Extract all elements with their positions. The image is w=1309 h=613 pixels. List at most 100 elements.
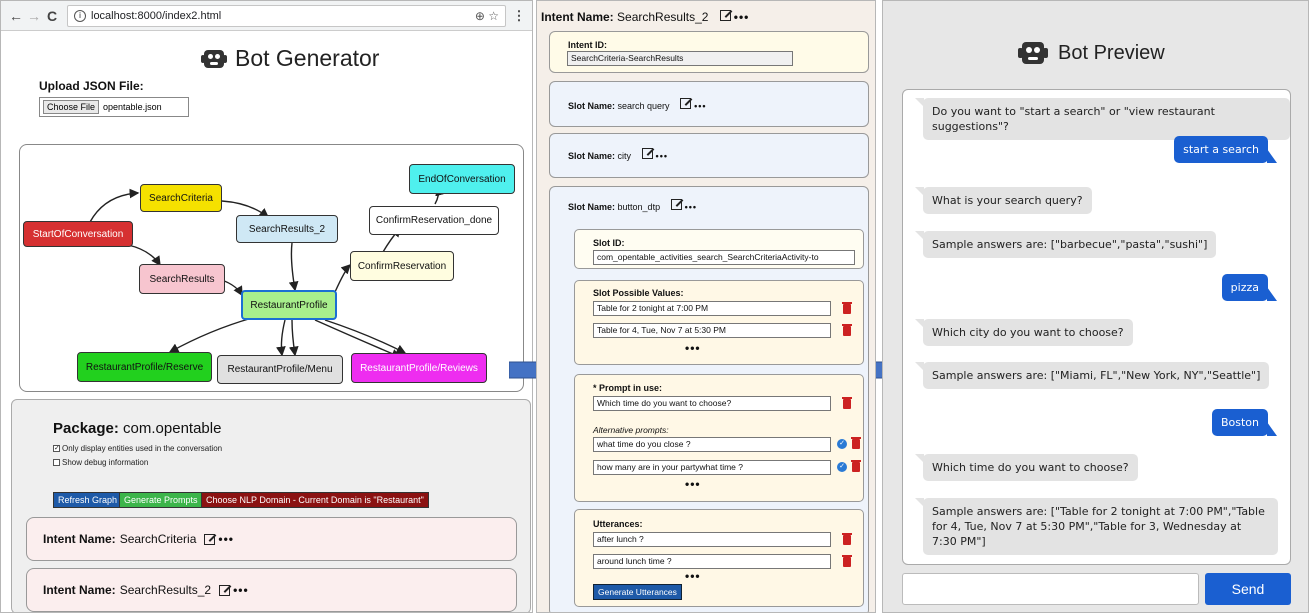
edit-icon[interactable] [670,199,682,210]
intent-card[interactable]: Intent Name: SearchResults_2 ••• [26,568,517,612]
edit-icon[interactable] [219,584,231,596]
more-icon[interactable]: ••• [685,477,701,491]
trash-icon[interactable] [851,460,861,472]
more-icon[interactable]: ••• [233,583,249,597]
utterance-input[interactable]: after lunch ? [593,532,831,547]
checkbox-checked[interactable]: ✓ [53,445,60,452]
trash-icon[interactable] [842,555,852,567]
edit-icon[interactable] [641,148,653,159]
possible-value-input[interactable]: Table for 2 tonight at 7:00 PM [593,301,831,316]
intent-editor-panel: Intent Name: SearchResults_2 ••• Intent … [536,0,876,613]
menu-kebab-icon[interactable]: ⋮ [512,8,526,24]
package-title: Package: com.opentable [53,420,222,437]
more-icon[interactable]: ••• [685,569,701,583]
file-name: opentable.json [103,102,162,112]
alt-prompt-input[interactable]: how many are in your partywhat time ? [593,460,831,475]
more-icon[interactable]: ••• [685,341,701,355]
generate-prompts-button[interactable]: Generate Prompts [119,492,203,508]
alt-prompt-input[interactable]: what time do you close ? [593,437,831,452]
refresh-graph-button[interactable]: Refresh Graph [53,492,123,508]
bot-message: Which time do you want to choose? [915,454,1138,481]
check-icon[interactable]: ✓ [837,439,847,449]
graph-node-searchresults2[interactable]: SearchResults_2 [236,215,338,243]
upload-label: Upload JSON File: [39,79,144,93]
slot-id-label: Slot ID: [593,238,625,248]
trash-icon[interactable] [842,533,852,545]
browser-toolbar: ← → C i localhost:8000/index2.html ⊕ ☆ ⋮ [1,1,532,31]
preview-title: Bot Preview [1018,39,1165,67]
more-icon[interactable]: ••• [218,532,234,546]
intent-id-card: Intent ID: SearchCriteria-SearchResults [549,31,869,73]
debug-checkbox[interactable]: Show debug information [53,458,148,467]
page-title: Bot Generator [201,45,379,72]
slot-card[interactable]: Slot Name: city ••• [549,133,869,178]
utterance-input[interactable]: around lunch time ? [593,554,831,569]
trash-icon[interactable] [842,324,852,336]
preview-title-text: Bot Preview [1058,41,1165,64]
generate-utterances-button[interactable]: Generate Utterances [593,584,682,600]
slot-card[interactable]: Slot Name: search query ••• [549,81,869,127]
robot-icon [1018,39,1048,67]
prompt-input[interactable]: Which time do you want to choose? [593,396,831,411]
bot-message: Sample answers are: ["Miami, FL","New Yo… [914,362,1270,389]
intent-id-label: Intent ID: [568,40,607,50]
robot-icon [201,47,227,71]
chat-window: Do you want to "start a search" or "view… [902,89,1291,565]
utterances-label: Utterances: [593,519,643,529]
edit-icon[interactable] [680,98,692,109]
checkbox-unchecked[interactable] [53,459,60,466]
bot-message: Sample answers are: ["Table for 2 tonigh… [915,498,1278,555]
graph-node-searchcriteria[interactable]: SearchCriteria [140,184,222,212]
bot-message: Sample answers are: ["barbecue","pasta",… [914,231,1217,258]
forward-icon[interactable]: → [25,8,43,24]
prompt-label: * Prompt in use: [593,383,663,393]
utterances-card: Utterances: after lunch ? around lunch t… [574,509,864,607]
package-name: com.opentable [123,420,222,437]
choose-file-button[interactable]: Choose File [43,100,100,114]
bot-preview-panel: Bot Preview Do you want to "start a sear… [882,0,1309,613]
trash-icon[interactable] [842,397,852,409]
user-message: pizza [1221,274,1278,301]
bot-message: What is your search query? [915,187,1092,214]
conversation-graph: StartOfConversation SearchCriteria Searc… [19,144,524,392]
send-button[interactable]: Send [1205,573,1291,605]
slot-card-expanded: Slot Name: button_dtp ••• Slot ID: com_o… [549,186,869,612]
user-message: Boston [1211,409,1278,436]
graph-node-start[interactable]: StartOfConversation [23,221,133,247]
file-picker[interactable]: Choose File opentable.json [39,97,189,117]
possible-values-card: Slot Possible Values: Table for 2 tonigh… [574,280,864,365]
zoom-star-icons[interactable]: ⊕ ☆ [475,9,499,23]
intent-id-field[interactable]: SearchCriteria-SearchResults [567,51,793,66]
slot-id-card: Slot ID: com_opentable_activities_search… [574,229,864,269]
slot-id-field[interactable]: com_opentable_activities_search_SearchCr… [593,250,855,265]
graph-node-restaurantprofile[interactable]: RestaurantProfile [241,290,337,320]
intent-card[interactable]: Intent Name: SearchCriteria ••• [26,517,517,561]
graph-node-confirmreservation-done[interactable]: ConfirmReservation_done [369,206,499,235]
possible-value-input[interactable]: Table for 4, Tue, Nov 7 at 5:30 PM [593,323,831,338]
user-message: start a search [1174,136,1277,163]
graph-node-reviews[interactable]: RestaurantProfile/Reviews [351,353,487,383]
package-section: Package: com.opentable ✓ Only display en… [11,399,531,612]
prompt-card: * Prompt in use: Which time do you want … [574,374,864,502]
reload-icon[interactable]: C [43,8,61,24]
choose-domain-button[interactable]: Choose NLP Domain - Current Domain is "R… [201,492,429,508]
only-display-checkbox[interactable]: ✓ Only display entities used in the conv… [53,444,222,453]
edit-icon[interactable] [204,533,216,545]
graph-node-endofconversation[interactable]: EndOfConversation [409,164,515,194]
check-icon[interactable]: ✓ [837,462,847,472]
graph-node-menu[interactable]: RestaurantProfile/Menu [217,355,343,384]
info-icon[interactable]: i [74,9,86,22]
graph-node-confirmreservation[interactable]: ConfirmReservation [350,251,454,281]
back-icon[interactable]: ← [7,8,25,24]
bot-message: Which city do you want to choose? [915,319,1133,346]
more-icon[interactable]: ••• [734,10,750,24]
trash-icon[interactable] [851,437,861,449]
bot-generator-panel: ← → C i localhost:8000/index2.html ⊕ ☆ ⋮… [0,0,533,613]
trash-icon[interactable] [842,302,852,314]
possible-values-label: Slot Possible Values: [593,288,684,298]
address-bar[interactable]: i localhost:8000/index2.html ⊕ ☆ [67,4,506,27]
edit-icon[interactable] [719,10,731,21]
graph-node-reserve[interactable]: RestaurantProfile/Reserve [77,352,212,382]
graph-node-searchresults[interactable]: SearchResults [139,264,225,294]
chat-input[interactable] [902,573,1199,605]
